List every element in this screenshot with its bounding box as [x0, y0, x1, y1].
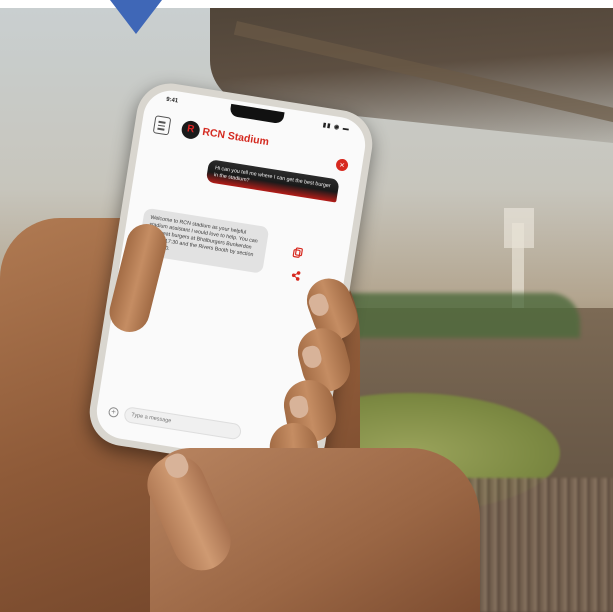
stadium-logo: R: [180, 119, 201, 141]
message-input[interactable]: [123, 406, 243, 441]
menu-icon[interactable]: [152, 115, 172, 136]
status-icons: ▮▮ ◉ ▬: [322, 122, 351, 133]
brand-suffix: Stadium: [224, 129, 270, 149]
add-icon[interactable]: +: [107, 406, 120, 419]
status-time: 9:41: [165, 96, 179, 105]
copy-icon[interactable]: [291, 246, 305, 260]
treeline: [330, 293, 580, 338]
brand-name: RCN: [201, 125, 226, 142]
brand-title: RCN Stadium: [202, 126, 270, 148]
share-icon[interactable]: [289, 269, 303, 283]
pointer-indicator: [110, 0, 162, 34]
